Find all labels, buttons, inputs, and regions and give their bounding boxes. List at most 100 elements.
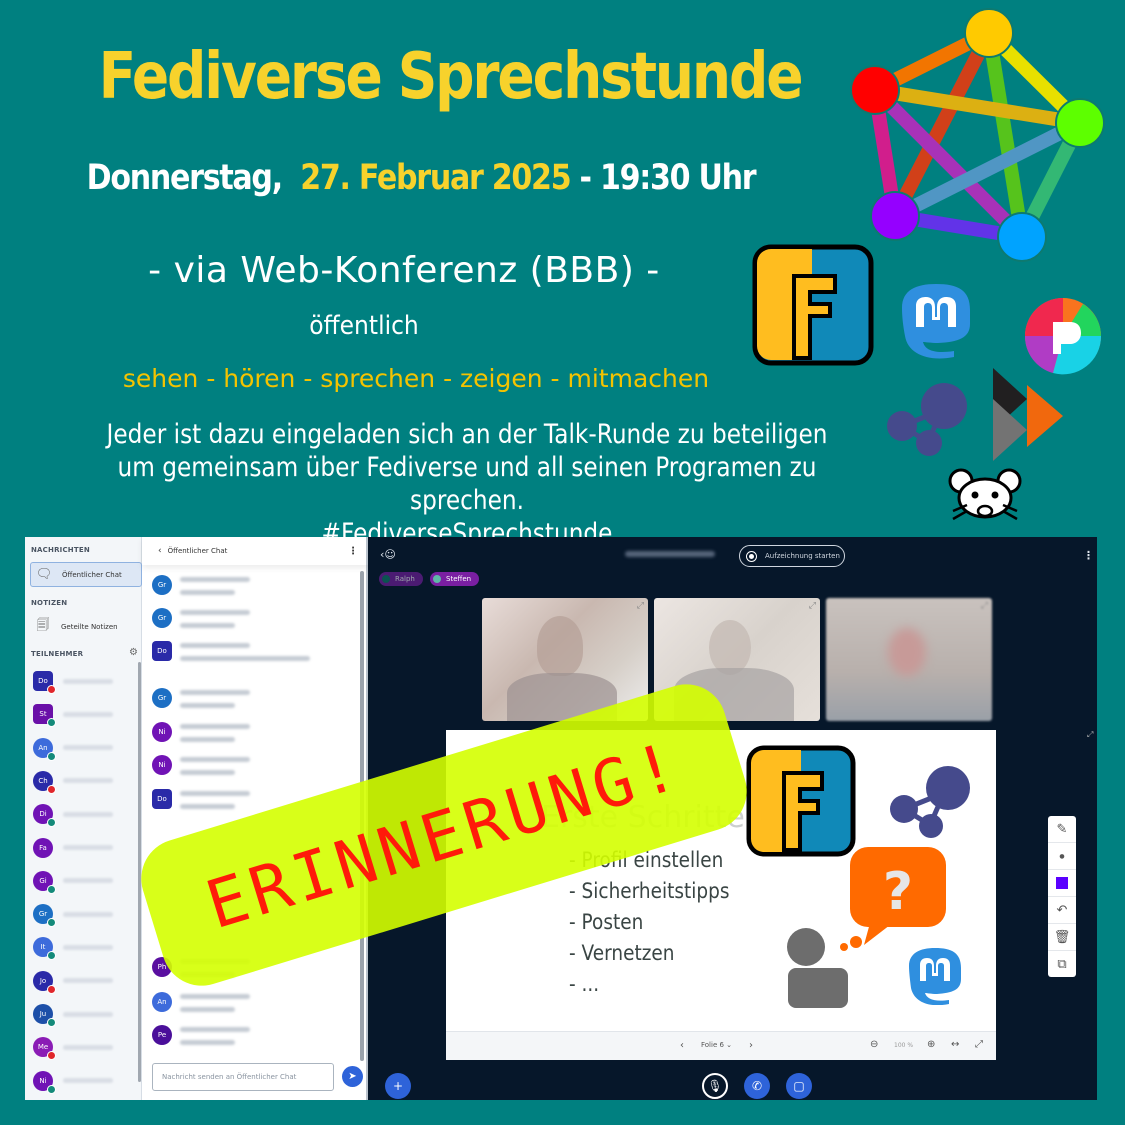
chevron-down-icon: ⌄: [726, 1041, 733, 1049]
nav-shared-notes[interactable]: 🗐 Geteilte Notizen: [30, 614, 142, 639]
user-list-toggle-icon[interactable]: ‹☺: [380, 548, 396, 561]
visibility-label: öffentlich: [309, 311, 419, 341]
audio-status-icon: [47, 751, 56, 761]
participant-row[interactable]: Jo: [33, 968, 113, 994]
participant-row[interactable]: Fa: [33, 835, 113, 861]
zoom-out-button[interactable]: ⊖: [870, 1039, 878, 1050]
participant-name-blurred: [63, 1044, 113, 1050]
talker-name: Ralph: [395, 575, 415, 583]
chat-options-icon[interactable]: ⋮: [348, 546, 358, 557]
clear-tool[interactable]: 🗑: [1048, 924, 1076, 951]
participant-row[interactable]: St: [33, 701, 113, 728]
avatar-initials: Gr: [157, 614, 167, 622]
participant-row[interactable]: Di: [33, 801, 113, 828]
participant-row[interactable]: Do: [33, 668, 113, 694]
swap-layout-icon[interactable]: ⤢: [1087, 730, 1093, 740]
participant-row[interactable]: Gi: [33, 868, 113, 894]
back-chevron-icon[interactable]: ‹: [158, 546, 162, 556]
chat-message-input[interactable]: Nachricht senden an Öffentlicher Chat: [152, 1063, 334, 1091]
avatar: Ni: [152, 722, 172, 742]
audio-status-icon: [47, 984, 56, 994]
message-text-blurred: [180, 1040, 235, 1045]
actions-line: sehen - hören - sprechen - zeigen - mitm…: [122, 364, 710, 393]
participant-name-blurred: [63, 1011, 113, 1017]
message-author-blurred: [180, 1027, 250, 1032]
avatar: Pe: [152, 1025, 172, 1045]
participant-row[interactable]: Me: [33, 1034, 113, 1061]
whiteboard-toolbar: ✎ ● ↶ 🗑 ⧉: [1048, 816, 1076, 977]
expand-icon[interactable]: ⤢: [981, 601, 988, 611]
participant-row[interactable]: An: [33, 735, 113, 761]
zoom-in-button[interactable]: ⊕: [927, 1039, 935, 1050]
avatar: Ni: [33, 1070, 56, 1094]
audio-status-icon: [47, 818, 56, 828]
event-date: 27. Februar 2025: [300, 158, 571, 198]
audio-status-icon: [47, 784, 56, 794]
next-slide-button[interactable]: ›: [749, 1040, 753, 1051]
thickness-tool[interactable]: ●: [1048, 843, 1076, 870]
gear-icon[interactable]: ⚙: [129, 647, 138, 658]
expand-icon[interactable]: ⤢: [809, 601, 816, 611]
unmute-button[interactable]: 🎙: [702, 1073, 728, 1099]
nav-public-chat[interactable]: 🗨 Öffentlicher Chat: [30, 562, 142, 587]
notes-header: NOTIZEN: [31, 599, 68, 607]
webcam-person: [709, 620, 751, 675]
audio-status-icon: [47, 1018, 56, 1027]
participant-row[interactable]: Ch: [33, 768, 113, 794]
share-webcam-button[interactable]: ▢: [786, 1073, 812, 1099]
participant-name-blurred: [63, 911, 113, 917]
participant-name-blurred: [63, 845, 113, 850]
notes-icon: 🗐: [36, 617, 50, 633]
actions-plus-button[interactable]: +: [385, 1073, 411, 1099]
event-date-line: Donnerstag, 27. Februar 2025 - 19:30 Uhr: [59, 158, 783, 198]
participant-name-blurred: [63, 811, 113, 817]
invite-line-2: um gemeinsam über Fediverse und all sein…: [117, 452, 817, 516]
chat-bubbles-icon: 🗨: [35, 567, 53, 582]
avatar-initials: Ju: [39, 1010, 47, 1018]
color-tool[interactable]: [1048, 870, 1076, 897]
leave-audio-button[interactable]: ✆: [744, 1073, 770, 1099]
participant-name-blurred: [63, 878, 113, 884]
audio-status-icon: [47, 1084, 56, 1094]
messages-header: NACHRICHTEN: [31, 546, 90, 554]
talker-pill-ralph: Ralph: [379, 572, 423, 586]
avatar: Do: [33, 671, 56, 694]
message-author-blurred: [180, 643, 250, 648]
nav-public-chat-label: Öffentlicher Chat: [62, 570, 122, 579]
pencil-tool[interactable]: ✎: [1048, 816, 1076, 843]
plus-icon: +: [392, 1079, 404, 1093]
avatar-initials: Me: [37, 1043, 49, 1052]
participant-row[interactable]: Ni: [33, 1068, 113, 1094]
chat-message: Ni: [152, 755, 352, 789]
message-text-blurred: [180, 623, 235, 628]
slide-selector[interactable]: Folie 6 ⌄: [701, 1041, 732, 1049]
participant-name-blurred: [63, 678, 113, 684]
message-text-blurred: [180, 770, 235, 775]
audio-status-icon: [47, 951, 56, 961]
options-menu-icon[interactable]: ⋮: [1083, 549, 1094, 562]
avatar-initials: Gi: [39, 876, 47, 885]
message-text-blurred: [180, 656, 310, 661]
nav-shared-notes-label: Geteilte Notizen: [61, 622, 118, 631]
fullscreen-button[interactable]: ⤢: [975, 1039, 983, 1050]
message-text-blurred: [180, 737, 235, 742]
multiuser-tool[interactable]: ⧉: [1048, 951, 1076, 978]
send-message-button[interactable]: ➤: [342, 1066, 363, 1087]
slide-bullet: - Sicherheitstipps: [569, 879, 730, 903]
participant-row[interactable]: It: [33, 934, 113, 961]
start-recording-button[interactable]: Aufzeichnung starten: [739, 545, 845, 567]
send-icon: ➤: [348, 1071, 357, 1082]
chat-header: ‹ Öffentlicher Chat ⋮: [142, 537, 368, 565]
avatar: Ch: [33, 770, 56, 794]
previous-slide-button[interactable]: ‹: [680, 1040, 684, 1051]
participant-row[interactable]: Gr: [33, 901, 113, 928]
undo-tool[interactable]: ↶: [1048, 897, 1076, 924]
expand-icon[interactable]: ⤢: [637, 601, 644, 611]
fit-width-button[interactable]: ↔: [951, 1039, 959, 1050]
participant-row[interactable]: Ju: [33, 1001, 113, 1027]
friendica-logo-icon: [752, 244, 874, 366]
webcam-tile-3[interactable]: ⤢: [826, 598, 992, 721]
chat-message: Gr: [152, 608, 352, 642]
trash-icon: 🗑: [1053, 929, 1071, 945]
bbb-navigation-panel: NACHRICHTEN 🗨 Öffentlicher Chat NOTIZEN …: [25, 537, 142, 1100]
